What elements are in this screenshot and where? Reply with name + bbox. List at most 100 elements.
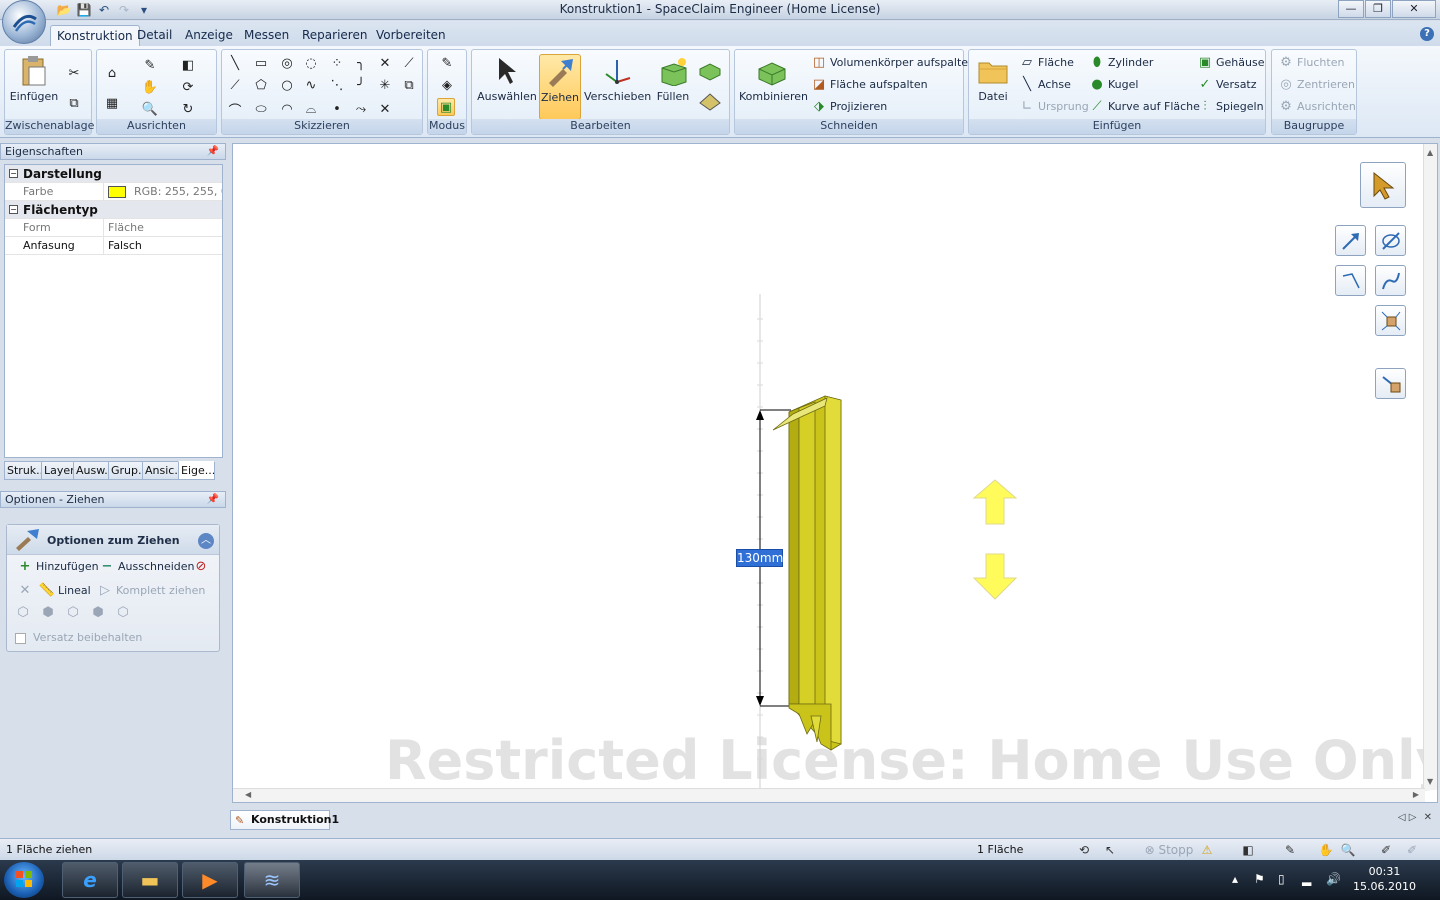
- keep-offset-option[interactable]: Versatz beibehalten: [15, 629, 142, 647]
- select-button[interactable]: Auswählen: [476, 54, 538, 103]
- scroll-right-icon[interactable]: ▶: [1413, 790, 1419, 799]
- tab-reparieren[interactable]: Reparieren: [296, 25, 373, 47]
- file-button[interactable]: Datei: [973, 54, 1013, 103]
- measure-status-icon[interactable]: ✐: [1404, 842, 1420, 858]
- move-grid-icon[interactable]: ⧉: [400, 76, 418, 94]
- split-curve-icon[interactable]: ✳: [376, 76, 394, 94]
- taskbar-spaceclaim[interactable]: ≋: [244, 862, 300, 898]
- section-mode-icon[interactable]: ◈: [438, 76, 456, 94]
- power-icon[interactable]: ▯: [1278, 872, 1285, 886]
- tab-structure[interactable]: Struk...: [4, 461, 42, 480]
- fillet-icon[interactable]: ╮: [352, 54, 370, 72]
- ruler-option[interactable]: 📏 Lineal: [39, 582, 91, 600]
- pull-button[interactable]: Ziehen: [539, 54, 581, 120]
- tray-expand-icon[interactable]: ▴: [1232, 872, 1238, 886]
- pan-status-icon[interactable]: ✋: [1318, 842, 1334, 858]
- stop-button[interactable]: ⊗ Stopp: [1144, 842, 1194, 858]
- help-icon[interactable]: ?: [1420, 27, 1434, 41]
- collapse-toggle-icon[interactable]: −: [9, 205, 18, 214]
- circle-2-icon[interactable]: ○: [278, 76, 296, 94]
- orient-button[interactable]: ⚙ Ausrichten: [1278, 98, 1356, 116]
- cursor-icon[interactable]: ↖: [1102, 842, 1118, 858]
- property-row-color[interactable]: Farbe RGB: 255, 255, 0: [5, 183, 222, 201]
- shell-button[interactable]: ▣ Gehäuse: [1197, 54, 1265, 72]
- maximize-button[interactable]: ❐: [1365, 0, 1391, 18]
- rotate-icon[interactable]: ↻: [179, 100, 197, 118]
- tab-groups[interactable]: Grup...: [108, 461, 143, 480]
- zoom-icon[interactable]: 🔍: [141, 100, 159, 118]
- curve-on-face-button[interactable]: ⟋ Kurve auf Fläche: [1089, 98, 1200, 116]
- horizontal-scrollbar[interactable]: ◀ ▶: [233, 788, 1425, 802]
- collapse-icon[interactable]: ︿: [198, 533, 214, 549]
- offset-curve-icon[interactable]: ⟋: [400, 54, 418, 72]
- dotted-line-icon[interactable]: ⋱: [328, 76, 346, 94]
- property-value[interactable]: RGB: 255, 255, 0: [103, 183, 222, 201]
- tab-properties[interactable]: Eige...: [178, 461, 215, 480]
- point-icon[interactable]: •: [328, 100, 346, 118]
- pull-status-icon[interactable]: ✐: [1378, 842, 1394, 858]
- sweep-path-button[interactable]: [1375, 265, 1406, 296]
- network-icon[interactable]: ▂: [1302, 872, 1311, 886]
- view-cube-icon[interactable]: ◧: [179, 56, 197, 74]
- category-flaechentyp[interactable]: − Flächentyp: [5, 201, 222, 219]
- keep-offset-checkbox[interactable]: [15, 632, 26, 644]
- tab-konstruktion[interactable]: Konstruktion: [50, 25, 140, 47]
- plan-view-icon[interactable]: ✎: [141, 56, 159, 74]
- paste-button[interactable]: Einfügen: [9, 54, 59, 103]
- application-button[interactable]: [2, 0, 46, 44]
- corner-icon[interactable]: ╯: [352, 76, 370, 94]
- pin-icon[interactable]: 📌: [207, 144, 219, 159]
- scale-body-button[interactable]: [1375, 305, 1406, 336]
- flag-icon[interactable]: ⚑: [1254, 872, 1265, 886]
- cylinder-button[interactable]: ⬮ Zylinder: [1089, 54, 1154, 72]
- property-value[interactable]: Falsch: [103, 237, 222, 255]
- tab-vorbereiten[interactable]: Vorbereiten: [370, 25, 452, 47]
- point-circle-icon[interactable]: ⁘: [328, 54, 346, 72]
- dimension-input[interactable]: 130mm: [736, 549, 783, 567]
- axis-button[interactable]: ╲ Achse: [1019, 76, 1071, 94]
- close-button[interactable]: ✕: [1392, 0, 1436, 18]
- tab-prev-icon[interactable]: ◁: [1398, 812, 1406, 823]
- pull-direction-button[interactable]: [1335, 225, 1366, 256]
- sweep-icon[interactable]: ⬡: [65, 605, 81, 621]
- circle-3pt-icon[interactable]: ◌: [302, 54, 320, 72]
- start-button[interactable]: [4, 862, 44, 898]
- warning-icon[interactable]: ⚠: [1199, 842, 1215, 858]
- draft-icon[interactable]: ⬢: [90, 605, 106, 621]
- project-button[interactable]: ⬗ Projizieren: [811, 98, 887, 116]
- extend-icon[interactable]: ⤳: [352, 100, 370, 118]
- spline-icon[interactable]: ∿: [302, 76, 320, 94]
- document-tab-konstruktion1[interactable]: ✎ Konstruktion1: [230, 810, 339, 830]
- tab-close-icon[interactable]: ✕: [1424, 812, 1432, 823]
- sketch-status-icon[interactable]: ✎: [1282, 842, 1298, 858]
- vertical-scrollbar[interactable]: ▲ ▼: [1423, 144, 1437, 790]
- polygon-icon[interactable]: ⬠: [252, 76, 270, 94]
- view-icon[interactable]: ◧: [1240, 842, 1256, 858]
- extrude-icon[interactable]: ⬡: [15, 605, 31, 621]
- shell-body-icon[interactable]: [698, 60, 722, 82]
- taskbar-ie[interactable]: e: [62, 862, 118, 898]
- scroll-left-icon[interactable]: ◀: [245, 790, 251, 799]
- grid-icon[interactable]: ▦: [103, 94, 121, 112]
- home-icon[interactable]: ⌂: [103, 64, 121, 82]
- select-mode-icon[interactable]: ⟲: [1076, 842, 1092, 858]
- tab-detail[interactable]: Detail: [131, 25, 178, 47]
- volume-icon[interactable]: 🔊: [1326, 872, 1341, 886]
- circle-icon[interactable]: ◎: [278, 54, 296, 72]
- pan-icon[interactable]: ✋: [141, 78, 159, 96]
- taskbar-explorer[interactable]: ▬: [122, 862, 178, 898]
- design-canvas[interactable]: Restricted License: Home Use Only 130mm …: [232, 143, 1438, 803]
- sphere-button[interactable]: ● Kugel: [1089, 76, 1138, 94]
- revolve-icon[interactable]: ⬢: [40, 605, 56, 621]
- property-row-form[interactable]: Form Fläche: [5, 219, 222, 237]
- cut-option[interactable]: − Ausschneiden: [99, 558, 195, 576]
- zoom-status-icon[interactable]: 🔍: [1340, 842, 1356, 858]
- move-button[interactable]: Verschieben: [584, 54, 651, 103]
- sketch-mode-icon[interactable]: ✎: [438, 54, 456, 72]
- both-sides-option[interactable]: ✕: [17, 582, 33, 600]
- split-body-button[interactable]: ◫ Volumenkörper aufspalten: [811, 54, 975, 72]
- plane-button[interactable]: ▱ Fläche: [1019, 54, 1074, 72]
- taskbar-media[interactable]: ▶: [182, 862, 238, 898]
- rectangle-icon[interactable]: ▭: [252, 54, 270, 72]
- origin-button[interactable]: ∟ Ursprung: [1019, 98, 1089, 116]
